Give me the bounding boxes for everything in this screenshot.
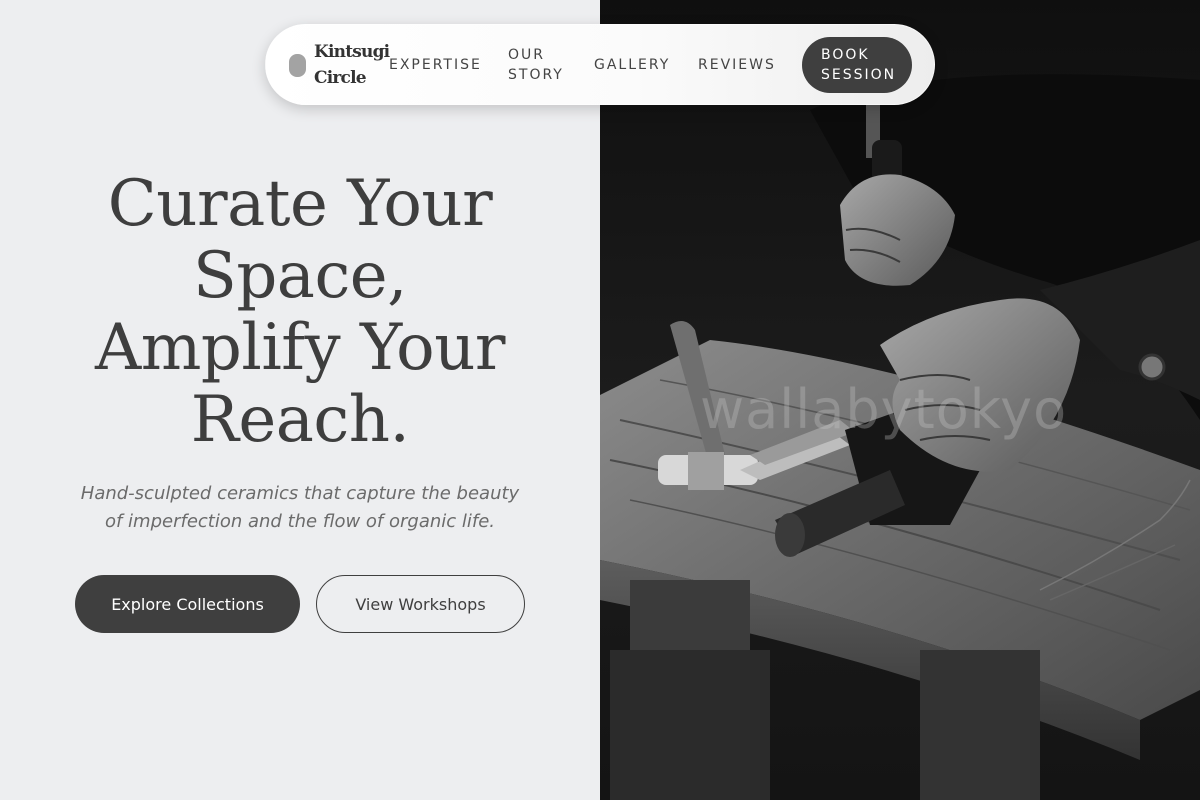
view-workshops-button[interactable]: View Workshops (316, 575, 525, 633)
brand-logo[interactable]: Kintsugi Circle (314, 39, 390, 91)
nav-link-gallery[interactable]: GALLERY (594, 55, 670, 75)
nav-link-reviews[interactable]: REVIEWS (698, 55, 776, 75)
craftsman-workbench-image (600, 0, 1200, 800)
nav-link-label: STORY (508, 67, 564, 83)
top-navigation: Kintsugi Circle EXPERTISE OUR STORY GALL… (265, 24, 935, 105)
hero-title-line: Curate Your (107, 167, 493, 241)
hero-subtitle: Hand-sculpted ceramics that capture the … (60, 480, 540, 536)
book-session-button[interactable]: BOOK SESSION (802, 37, 912, 93)
nav-link-expertise[interactable]: EXPERTISE (389, 55, 482, 75)
hero-subtitle-line: of imperfection and the flow of organic … (104, 511, 496, 532)
hero-photo: wallabytokyo (600, 0, 1200, 800)
nav-link-our-story[interactable]: OUR STORY (508, 45, 564, 85)
nav-link-label: OUR (508, 47, 545, 63)
explore-collections-button[interactable]: Explore Collections (75, 575, 300, 633)
hero-left-panel: Curate Your Space, Amplify Your Reach. H… (0, 0, 600, 800)
book-session-label: BOOK (821, 47, 870, 63)
brand-logo-line: Kintsugi (314, 42, 390, 62)
hero-title-line: Space, (192, 239, 408, 313)
hero-title-line: Reach. (190, 383, 410, 457)
logo-icon[interactable] (289, 54, 306, 77)
brand-logo-line: Circle (314, 68, 367, 88)
hero-title: Curate Your Space, Amplify Your Reach. (40, 168, 560, 456)
hero-subtitle-line: Hand-sculpted ceramics that capture the … (80, 483, 520, 504)
book-session-label: SESSION (821, 67, 897, 83)
hero-title-line: Amplify Your (94, 311, 506, 385)
